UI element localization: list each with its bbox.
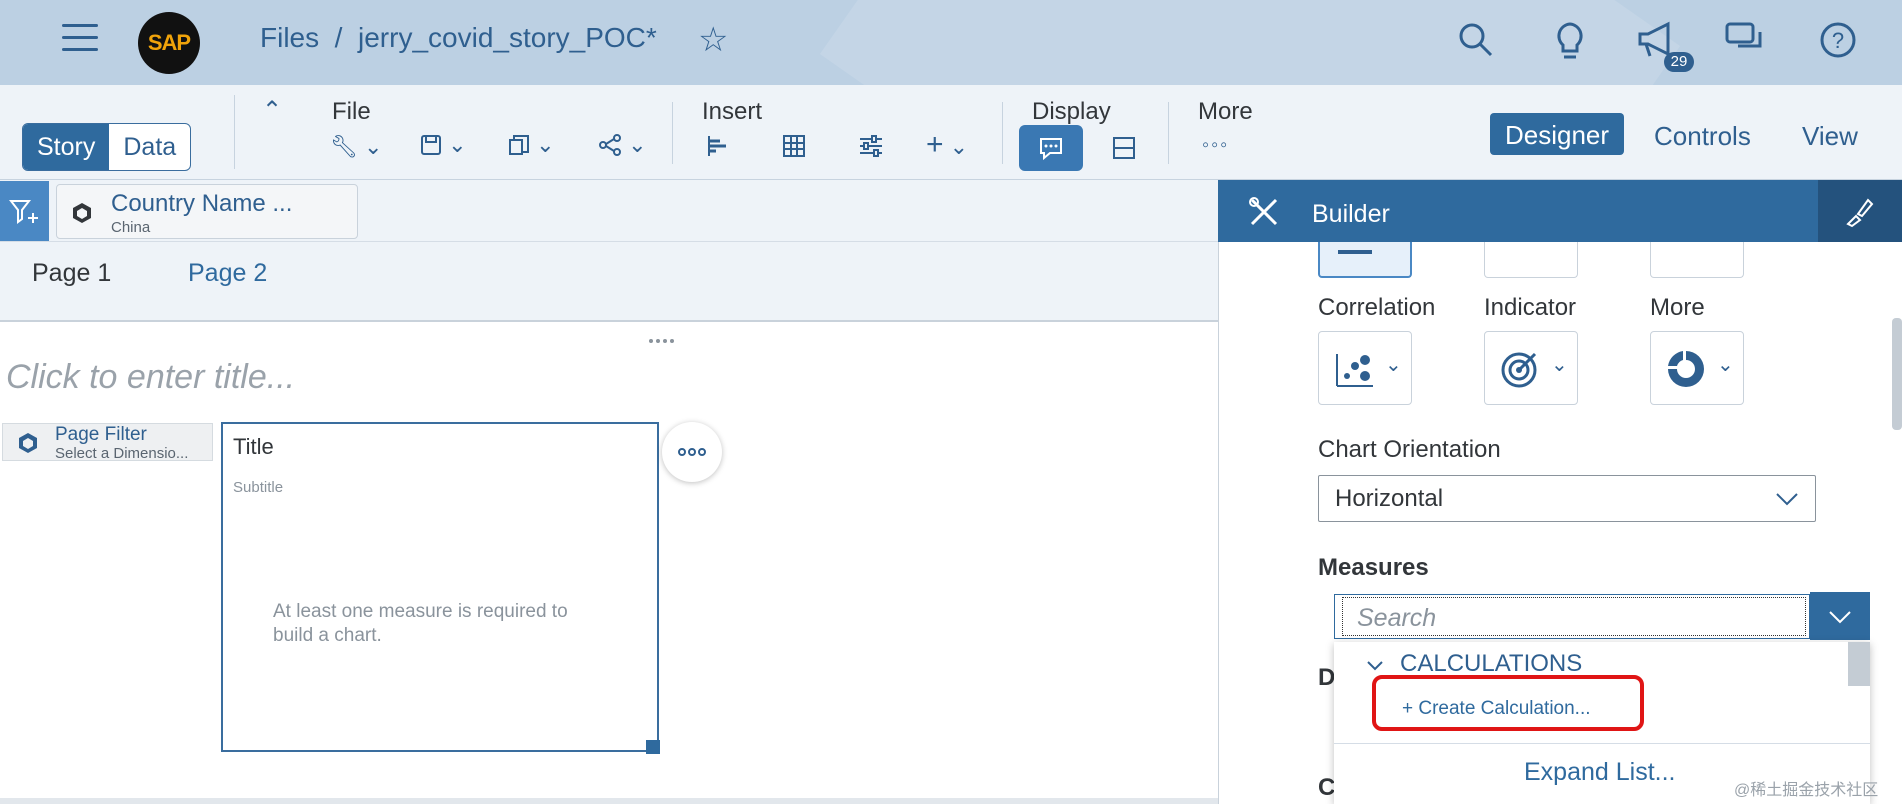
chat-icon[interactable] [1724,20,1768,64]
tab-page-1[interactable]: Page 1 [32,259,111,288]
chart-empty-message: At least one measure is required to buil… [273,601,568,646]
country-filter-chip[interactable]: Country Name ... China [56,184,358,239]
story-title-placeholder[interactable]: Click to enter title... [6,358,295,397]
divider [672,102,673,164]
correlation-chart-button[interactable]: ⌄ [1318,331,1412,405]
divider [234,95,235,169]
highlight-annotation [1372,675,1644,731]
display-group-label: Display [1032,98,1111,125]
indicator-label: Indicator [1484,294,1577,321]
divider [1334,743,1870,744]
builder-tools-icon [1248,196,1280,233]
chart-subtitle[interactable]: Subtitle [233,479,283,496]
dimension-cube-icon [19,433,37,453]
measures-dropdown-button[interactable] [1810,592,1870,640]
watermark: @稀土掘金技术社区 [1734,782,1879,799]
indicator-chart-button[interactable]: ⌄ [1484,331,1578,405]
chart-type-partial[interactable] [1650,242,1744,278]
collapse-toolbar-icon[interactable]: ⌃ [262,96,282,125]
menu-icon[interactable] [62,24,98,54]
file-group-label: File [332,98,371,125]
insert-table-icon[interactable] [782,134,806,164]
tab-page-2[interactable]: Page 2 [188,259,267,288]
more-options-icon[interactable]: ◦◦◦ [1202,134,1229,157]
save-icon[interactable]: ⌄ [420,132,467,162]
dimension-cube-icon [73,203,91,223]
filter-chip-title: Country Name ... [111,190,293,217]
chevron-down-icon [1776,493,1798,506]
dimensions-label-partial: D [1318,664,1336,691]
add-filter-icon[interactable] [0,181,49,241]
comment-mode-button[interactable] [1019,125,1083,171]
story-tab[interactable]: Story [23,124,110,170]
styling-tab[interactable] [1818,180,1902,242]
help-icon[interactable]: ? [1818,20,1862,64]
chart-widget[interactable]: Title Subtitle At least one measure is r… [221,422,659,752]
sap-logo[interactable]: SAP [138,12,200,74]
breadcrumb: Files / jerry_covid_story_POC* [260,22,657,53]
search-icon[interactable] [1456,20,1500,64]
page-tabs [0,242,1218,322]
donut-icon [1668,351,1704,387]
bar-chart-type-selected[interactable] [1318,242,1412,278]
tools-icon[interactable]: 🔧︎ ⌄ [330,134,382,160]
target-icon [1501,352,1537,388]
chevron-down-icon[interactable] [1366,660,1384,672]
measures-label: Measures [1318,554,1429,581]
scatter-icon [1336,354,1373,387]
selection-handle[interactable] [646,740,660,754]
builder-title: Builder [1312,200,1390,228]
panel-scrollbar[interactable] [1892,318,1902,430]
page-filter-subtitle: Select a Dimensio... [55,445,189,462]
page-filter[interactable]: Page Filter Select a Dimensio... [2,423,213,462]
expand-list-link[interactable]: Expand List... [1524,758,1675,787]
chart-type-partial[interactable] [1484,242,1578,278]
dropdown-scrollbar[interactable] [1848,642,1870,686]
color-label-partial: C [1318,774,1336,801]
search-placeholder: Search [1357,604,1437,632]
copy-icon[interactable]: ⌄ [508,132,555,162]
designer-tab[interactable]: Designer [1490,113,1624,155]
chart-orientation-label: Chart Orientation [1318,436,1501,463]
insert-group-label: Insert [702,98,763,125]
data-tab[interactable]: Data [109,124,190,170]
chevron-down-icon [1829,611,1851,624]
measures-search-input[interactable]: Search [1342,597,1806,636]
divider [1168,102,1169,164]
page-filter-title: Page Filter [55,424,147,445]
resize-handle[interactable] [648,331,676,343]
filter-chip-value: China [111,219,151,236]
favorite-star-icon[interactable]: ☆ [698,20,728,60]
lightbulb-icon[interactable] [1550,20,1594,64]
chevron-down-icon: ⌄ [1385,354,1402,376]
canvas-bottom-edge [0,798,1218,804]
more-charts-button[interactable]: ⌄ [1650,331,1744,405]
more-group-label: More [1198,98,1253,125]
divider [1002,102,1003,164]
insert-chart-icon[interactable] [706,134,730,164]
chart-title[interactable]: Title [233,434,274,460]
chart-more-button[interactable] [662,422,722,482]
input-control-icon[interactable] [858,134,884,164]
chevron-down-icon: ⌄ [1717,354,1734,376]
share-icon[interactable]: ⌄ [598,132,647,162]
orientation-value: Horizontal [1335,485,1444,512]
calculations-group[interactable]: CALCULATIONS [1400,650,1582,678]
svg-text:?: ? [1832,28,1844,53]
add-icon[interactable]: + ⌄ [926,128,968,162]
more-label: More [1650,294,1705,321]
story-data-toggle: Story Data [22,123,192,171]
chevron-down-icon: ⌄ [1551,354,1568,376]
notification-badge: 29 [1664,52,1694,72]
controls-tab[interactable]: Controls [1654,121,1751,152]
layout-icon[interactable] [1112,136,1136,166]
chart-orientation-select[interactable]: Horizontal [1318,475,1816,522]
correlation-label: Correlation [1318,294,1436,321]
paintbrush-icon [1846,198,1874,228]
view-tab[interactable]: View [1802,121,1858,152]
